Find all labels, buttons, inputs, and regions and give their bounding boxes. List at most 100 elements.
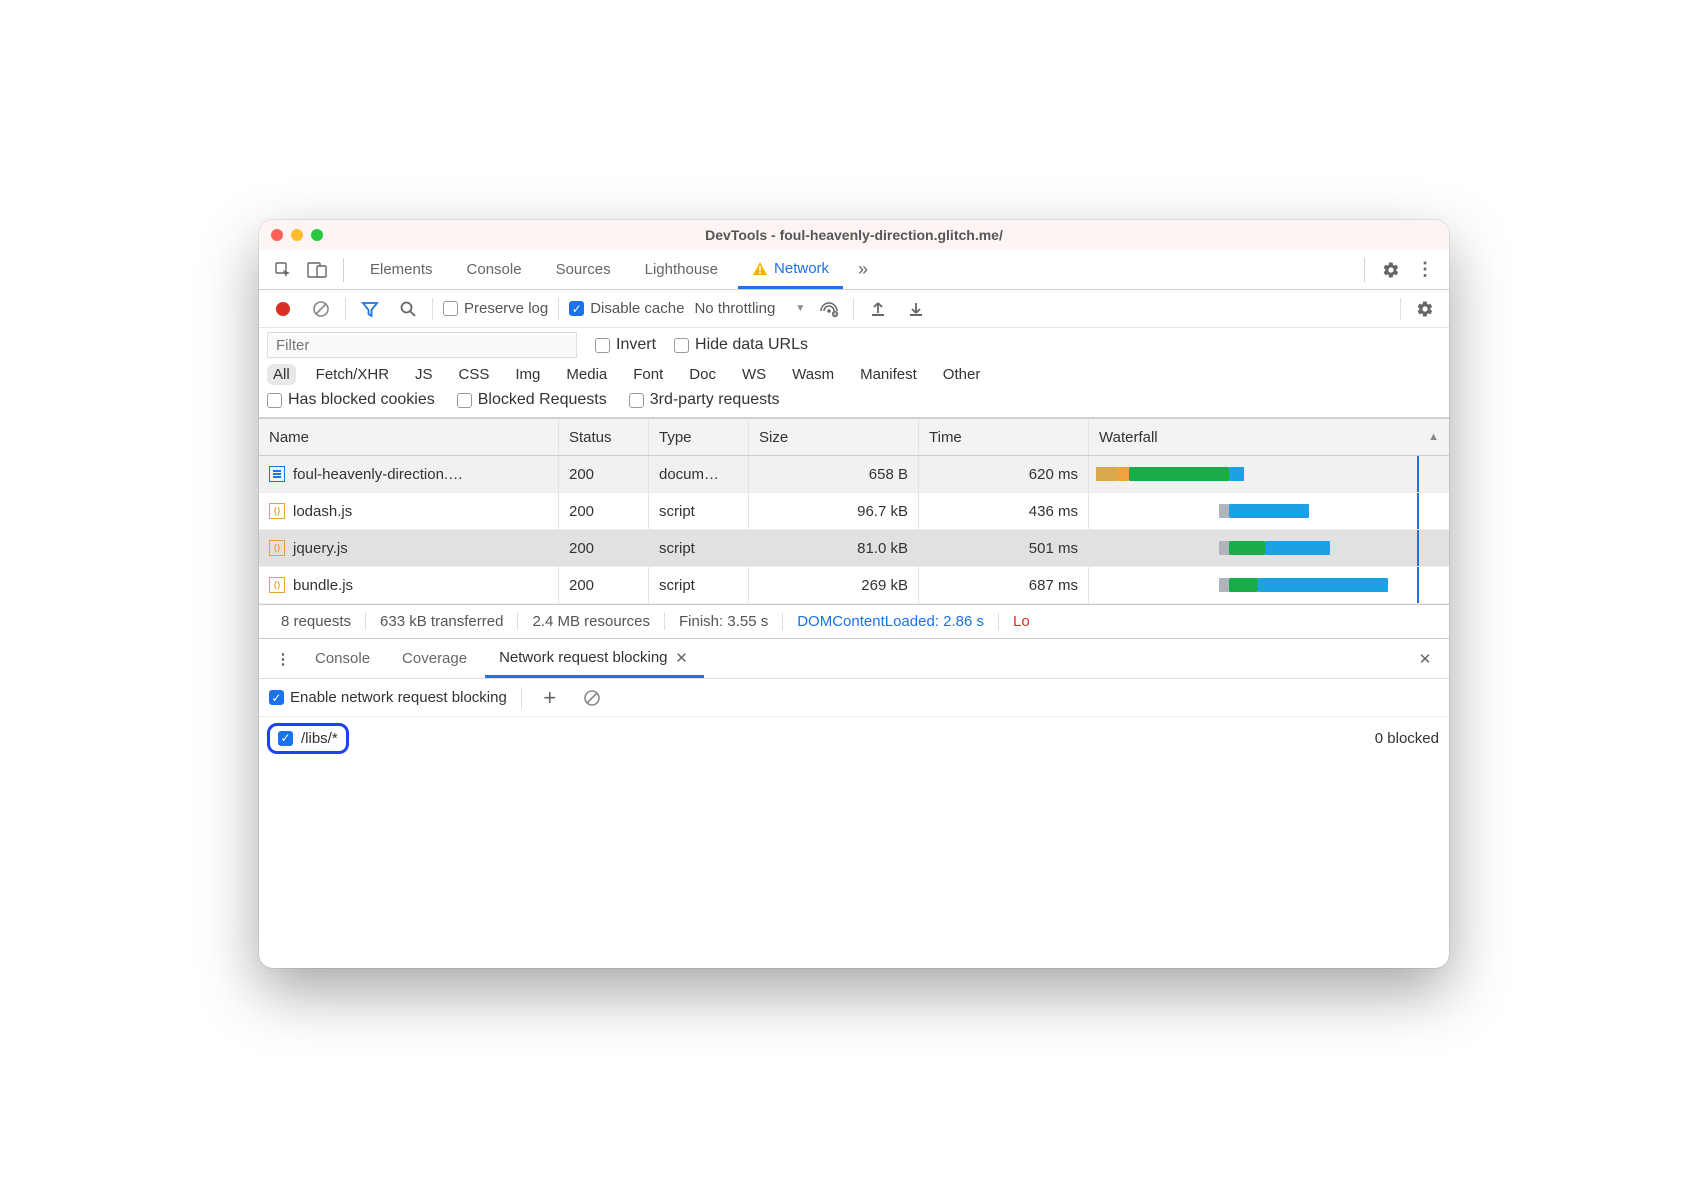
tab-elements[interactable]: Elements xyxy=(356,251,447,289)
table-row[interactable]: ⟨⟩bundle.js200script269 kB687 ms xyxy=(259,567,1449,604)
third-party-checkbox[interactable]: 3rd-party requests xyxy=(629,391,780,409)
script-icon: ⟨⟩ xyxy=(269,540,285,556)
network-toolbar: Preserve log ✓ Disable cache No throttli… xyxy=(259,290,1449,328)
tab-label: Network xyxy=(774,260,829,277)
invert-checkbox[interactable]: Invert xyxy=(595,336,656,354)
tab-sources[interactable]: Sources xyxy=(542,251,625,289)
type-chip-fetchxhr[interactable]: Fetch/XHR xyxy=(310,364,395,385)
cell-size: 269 kB xyxy=(749,567,919,603)
search-icon[interactable] xyxy=(394,295,422,323)
type-chip-media[interactable]: Media xyxy=(560,364,613,385)
main-tabstrip: Elements Console Sources Lighthouse Netw… xyxy=(259,250,1449,290)
type-chip-ws[interactable]: WS xyxy=(736,364,772,385)
network-settings-icon[interactable] xyxy=(1411,295,1439,323)
select-element-icon[interactable] xyxy=(269,256,297,284)
type-chip-wasm[interactable]: Wasm xyxy=(786,364,840,385)
blocking-pattern-row[interactable]: ✓ /libs/* 0 blocked xyxy=(259,717,1449,759)
has-blocked-cookies-checkbox[interactable]: Has blocked cookies xyxy=(267,391,435,409)
label: 3rd-party requests xyxy=(650,391,780,409)
clear-patterns-button[interactable] xyxy=(578,684,606,712)
col-status[interactable]: Status xyxy=(559,419,649,455)
cell-status: 200 xyxy=(559,530,649,566)
cell-type: script xyxy=(649,530,749,566)
checkbox-icon xyxy=(595,338,610,353)
cell-name: ⟨⟩lodash.js xyxy=(259,493,559,529)
throttling-select[interactable]: No throttling ▼ xyxy=(694,300,805,317)
enable-blocking-checkbox[interactable]: ✓ Enable network request blocking xyxy=(269,689,507,706)
checkbox-icon[interactable]: ✓ xyxy=(278,731,293,746)
col-size[interactable]: Size xyxy=(749,419,919,455)
record-button[interactable] xyxy=(269,295,297,323)
col-waterfall[interactable]: Waterfall ▲ xyxy=(1089,419,1449,455)
window-title: DevTools - foul-heavenly-direction.glitc… xyxy=(259,227,1449,243)
col-time[interactable]: Time xyxy=(919,419,1089,455)
kebab-menu-icon[interactable]: ⋮ xyxy=(1411,256,1439,284)
cell-type: script xyxy=(649,493,749,529)
blocking-toolbar: ✓ Enable network request blocking + xyxy=(259,679,1449,717)
cell-waterfall xyxy=(1089,456,1449,492)
table-row[interactable]: ⟨⟩jquery.js200script81.0 kB501 ms xyxy=(259,530,1449,567)
col-label: Waterfall xyxy=(1099,429,1158,446)
col-name[interactable]: Name xyxy=(259,419,559,455)
close-tab-icon[interactable]: ✕ xyxy=(674,650,690,666)
import-har-icon[interactable] xyxy=(864,295,892,323)
cell-status: 200 xyxy=(559,567,649,603)
warning-icon xyxy=(752,261,768,277)
col-label: Size xyxy=(759,429,788,446)
filter-input[interactable] xyxy=(267,332,577,358)
export-har-icon[interactable] xyxy=(902,295,930,323)
tab-label: Elements xyxy=(370,261,433,278)
close-drawer-icon[interactable]: ✕ xyxy=(1411,645,1439,673)
chevron-down-icon: ▼ xyxy=(795,303,805,314)
filter-toggle-icon[interactable] xyxy=(356,295,384,323)
sort-indicator-icon: ▲ xyxy=(1428,431,1439,443)
pattern-highlight: ✓ /libs/* xyxy=(267,723,349,754)
tab-console[interactable]: Console xyxy=(453,251,536,289)
preserve-log-checkbox[interactable]: Preserve log xyxy=(443,300,548,317)
network-table: Name Status Type Size Time Waterfall ▲ fo… xyxy=(259,418,1449,604)
hide-data-urls-checkbox[interactable]: Hide data URLs xyxy=(674,336,808,354)
col-type[interactable]: Type xyxy=(649,419,749,455)
add-pattern-button[interactable]: + xyxy=(536,684,564,712)
settings-icon[interactable] xyxy=(1377,256,1405,284)
disable-cache-checkbox[interactable]: ✓ Disable cache xyxy=(569,300,684,317)
cell-time: 501 ms xyxy=(919,530,1089,566)
invert-label: Invert xyxy=(616,336,656,354)
tab-network[interactable]: Network xyxy=(738,251,843,289)
cell-size: 81.0 kB xyxy=(749,530,919,566)
tab-label: Coverage xyxy=(402,650,467,667)
table-row[interactable]: foul-heavenly-direction.…200docum…658 B6… xyxy=(259,456,1449,493)
checkbox-icon xyxy=(443,301,458,316)
network-conditions-icon[interactable] xyxy=(815,295,843,323)
hide-data-urls-label: Hide data URLs xyxy=(695,336,808,354)
type-chip-css[interactable]: CSS xyxy=(453,364,496,385)
drawer-tab-console[interactable]: Console xyxy=(301,640,384,678)
cell-status: 200 xyxy=(559,493,649,529)
tab-label: Lighthouse xyxy=(645,261,718,278)
checkbox-icon xyxy=(457,393,472,408)
device-toolbar-icon[interactable] xyxy=(303,256,331,284)
more-tabs-icon[interactable]: » xyxy=(849,256,877,284)
tab-lighthouse[interactable]: Lighthouse xyxy=(631,251,732,289)
type-chip-js[interactable]: JS xyxy=(409,364,439,385)
tab-label: Sources xyxy=(556,261,611,278)
clear-button[interactable] xyxy=(307,295,335,323)
drawer-tab-network-request-blocking[interactable]: Network request blocking ✕ xyxy=(485,640,703,678)
type-chip-img[interactable]: Img xyxy=(509,364,546,385)
type-chip-font[interactable]: Font xyxy=(627,364,669,385)
type-chip-doc[interactable]: Doc xyxy=(683,364,722,385)
tab-label: Network request blocking xyxy=(499,649,667,666)
summary-resources: 2.4 MB resources xyxy=(518,613,665,630)
checkbox-icon: ✓ xyxy=(569,301,584,316)
cell-type: script xyxy=(649,567,749,603)
drawer-tab-coverage[interactable]: Coverage xyxy=(388,640,481,678)
drawer-kebab-icon[interactable]: ⋮ xyxy=(269,645,297,673)
table-row[interactable]: ⟨⟩lodash.js200script96.7 kB436 ms xyxy=(259,493,1449,530)
cell-waterfall xyxy=(1089,530,1449,566)
type-chip-manifest[interactable]: Manifest xyxy=(854,364,923,385)
document-icon xyxy=(269,466,285,482)
type-chip-all[interactable]: All xyxy=(267,364,296,385)
blocked-requests-checkbox[interactable]: Blocked Requests xyxy=(457,391,607,409)
summary-transferred: 633 kB transferred xyxy=(366,613,518,630)
type-chip-other[interactable]: Other xyxy=(937,364,987,385)
